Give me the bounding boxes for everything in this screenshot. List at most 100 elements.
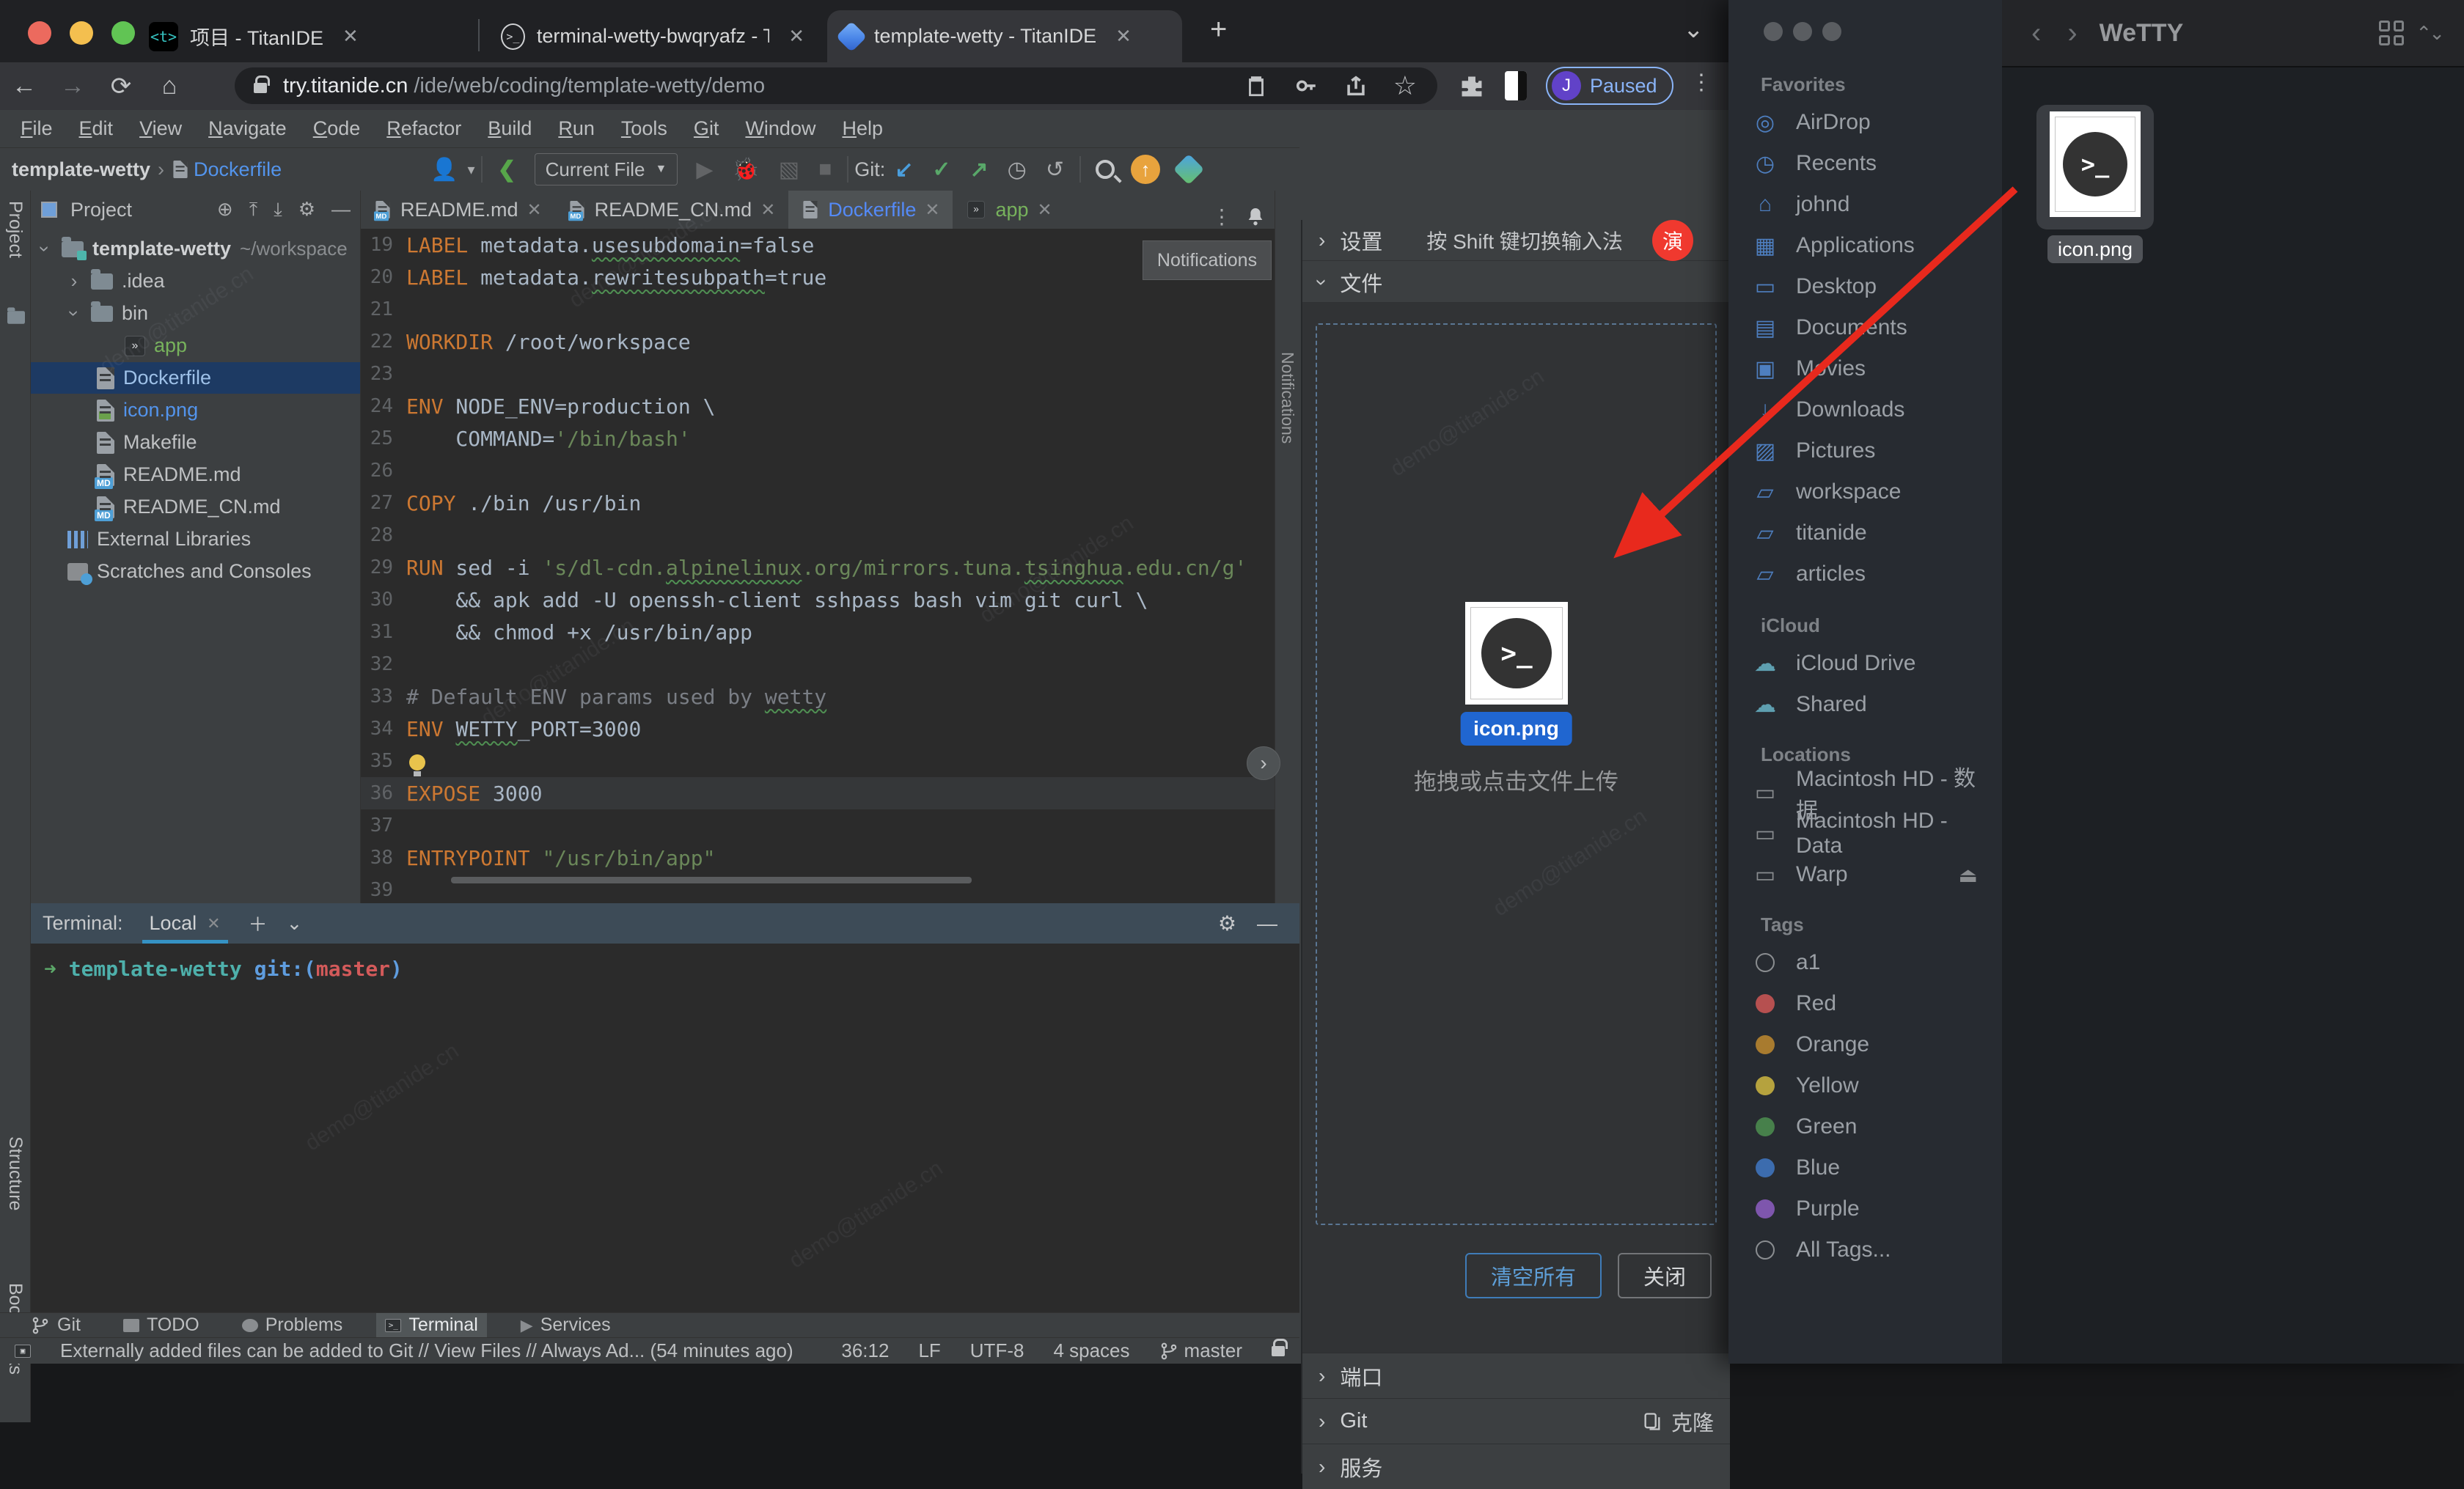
editor-horizontal-scrollbar[interactable]	[451, 877, 972, 883]
menu-tools[interactable]: Tools	[611, 114, 678, 143]
url-bar[interactable]: try.titanide.cn /ide/web/coding/template…	[235, 67, 1437, 104]
stop-button[interactable]: ■	[818, 157, 832, 182]
close-tab-icon[interactable]: ✕	[1115, 25, 1132, 48]
clear-all-button[interactable]: 清空所有	[1465, 1253, 1602, 1298]
locate-file-icon[interactable]: ⊕	[217, 198, 233, 221]
code-line[interactable]: 38ENTRYPOINT "/usr/bin/app"	[361, 842, 1275, 874]
sidebar-item-icloud-drive[interactable]: ☁iCloud Drive	[1750, 645, 1992, 682]
close-window-button[interactable]	[28, 21, 51, 45]
editor-options-kebab-icon[interactable]: ⋮	[1200, 205, 1244, 229]
zoom-window-button[interactable]	[1822, 22, 1841, 41]
sidebar-item-warp[interactable]: ▭Warp⏏	[1750, 856, 1992, 893]
clone-button[interactable]: 克隆	[1642, 1406, 1714, 1437]
sidebar-item-macintosh-hd-shuju[interactable]: ▭Macintosh HD - 数据	[1750, 774, 1992, 811]
git-update-icon[interactable]: ↙	[895, 157, 913, 183]
git-section-header[interactable]: › Git 克隆	[1302, 1398, 1730, 1444]
tree-row-icon-png[interactable]: icon.png	[31, 394, 361, 426]
sidebar-item-articles[interactable]: ▱articles	[1750, 556, 1992, 592]
minimize-terminal-icon[interactable]: —	[1257, 912, 1277, 935]
browser-menu-icon[interactable]: ⋮	[1690, 70, 1712, 95]
eject-icon[interactable]: ⏏	[1959, 863, 1978, 887]
tree-row-readme[interactable]: MD README.md	[31, 459, 361, 490]
code-line[interactable]: 31 && chmod +x /usr/bin/app	[361, 616, 1275, 648]
uploaded-file-thumbnail[interactable]: >_	[1465, 602, 1568, 705]
close-button[interactable]: 关闭	[1618, 1253, 1712, 1298]
menu-run[interactable]: Run	[548, 114, 605, 143]
code-line[interactable]: 28	[361, 519, 1275, 551]
menu-window[interactable]: Window	[735, 114, 826, 143]
tree-row-root[interactable]: › template-wetty ~/workspace	[31, 233, 361, 265]
tree-row-external-libraries[interactable]: External Libraries	[31, 523, 361, 555]
rail-project-tab[interactable]: Project	[4, 201, 26, 258]
menu-navigate[interactable]: Navigate	[198, 114, 297, 143]
search-everywhere-icon[interactable]	[1096, 160, 1115, 179]
code-line[interactable]: 19LABEL metadata.usesubdomain=false	[361, 229, 1275, 261]
back-navigation-icon[interactable]: ❮	[498, 157, 516, 183]
sidebar-item-shared[interactable]: ☁Shared	[1750, 686, 1992, 723]
new-tab-button[interactable]: +	[1210, 13, 1227, 46]
close-tab-icon[interactable]: ✕	[760, 199, 775, 221]
sidebar-tag-blue[interactable]: Blue	[1750, 1150, 1992, 1186]
editor-tab-readme-cn[interactable]: MD README_CN.md ✕	[555, 191, 789, 229]
code-line[interactable]: 21	[361, 293, 1275, 326]
code-line[interactable]: 20LABEL metadata.rewritesubpath=true	[361, 261, 1275, 293]
tree-row-app[interactable]: » app	[31, 330, 361, 361]
terminal-dropdown-chevron-icon[interactable]: ⌄	[287, 912, 303, 935]
tree-row-makefile[interactable]: Makefile	[31, 427, 361, 458]
sidebar-tag-yellow[interactable]: Yellow	[1750, 1067, 1992, 1104]
readonly-lock-icon[interactable]	[1272, 1346, 1285, 1356]
toolwindow-terminal[interactable]: >_ Terminal	[376, 1313, 486, 1337]
expand-panel-button[interactable]: ›	[1247, 746, 1280, 780]
code-line[interactable]: 35	[361, 745, 1275, 777]
toolwindow-git[interactable]: Git	[22, 1313, 89, 1337]
sort-chevrons-icon[interactable]: ⌃⌄	[2416, 22, 2442, 45]
tree-row-readme-cn[interactable]: MD README_CN.md	[31, 491, 361, 523]
sidebar-item-home[interactable]: ⌂johnd	[1750, 186, 1992, 223]
service-section-header[interactable]: › 服务	[1302, 1444, 1730, 1489]
minimize-window-button[interactable]	[1793, 22, 1812, 41]
menu-help[interactable]: Help	[832, 114, 893, 143]
code-line[interactable]: 34ENV WETTY_PORT=3000	[361, 713, 1275, 745]
terminal-settings-gear-icon[interactable]: ⚙	[1218, 911, 1236, 935]
sidebar-item-airdrop[interactable]: ◎AirDrop	[1750, 104, 1992, 141]
encoding[interactable]: UTF-8	[970, 1339, 1024, 1362]
sidebar-item-documents[interactable]: ▤Documents	[1750, 309, 1992, 346]
git-commit-icon[interactable]: ✓	[932, 157, 950, 183]
user-management-icon[interactable]: 👤	[430, 157, 458, 183]
close-tab-icon[interactable]: ✕	[788, 25, 804, 48]
code-line[interactable]: 27COPY ./bin /usr/bin	[361, 487, 1275, 519]
code-editor[interactable]: 19LABEL metadata.usesubdomain=false20LAB…	[361, 229, 1275, 1013]
sidebar-item-movies[interactable]: ▣Movies	[1750, 350, 1992, 387]
tree-row-idea[interactable]: › .idea	[31, 265, 361, 297]
menu-code[interactable]: Code	[303, 114, 371, 143]
uploaded-file-name[interactable]: icon.png	[1460, 712, 1572, 746]
code-line[interactable]: 23	[361, 358, 1275, 390]
home-icon[interactable]: ⌂	[145, 72, 194, 100]
browser-profile-button[interactable]: J Paused	[1546, 67, 1673, 105]
sidebar-item-workspace[interactable]: ▱workspace	[1750, 474, 1992, 510]
breadcrumb-project[interactable]: template-wetty	[12, 158, 150, 181]
coverage-button[interactable]: ▧	[779, 157, 799, 183]
password-key-icon[interactable]	[1294, 73, 1319, 98]
browser-tab-template-wetty[interactable]: template-wetty - TitanIDE ✕	[827, 10, 1182, 62]
sidebar-all-tags[interactable]: All Tags...	[1750, 1232, 1992, 1268]
rollback-icon[interactable]: ↺	[1046, 157, 1064, 183]
files-section-header[interactable]: › 文件	[1302, 262, 1730, 303]
menu-git[interactable]: Git	[683, 114, 730, 143]
editor-tab-readme[interactable]: MD README.md ✕	[361, 191, 555, 229]
new-terminal-icon[interactable]: ＋	[249, 910, 268, 937]
extensions-puzzle-icon[interactable]	[1459, 74, 1484, 99]
tree-row-dockerfile[interactable]: Dockerfile	[31, 362, 361, 394]
user-dropdown-arrow[interactable]: ▾	[467, 161, 474, 179]
sidebar-tag-a1[interactable]: a1	[1750, 944, 1992, 981]
close-window-button[interactable]	[1764, 22, 1783, 41]
code-line[interactable]: 29RUN sed -i 's/dl-cdn.alpinelinux.org/m…	[361, 551, 1275, 584]
intention-bulb-icon[interactable]	[409, 754, 425, 771]
indent-setting[interactable]: 4 spaces	[1053, 1339, 1129, 1362]
gear-icon[interactable]: ⚙	[298, 198, 315, 221]
icon-png-thumbnail[interactable]: >_	[2050, 111, 2141, 217]
toolwindow-todo[interactable]: TODO	[114, 1313, 208, 1337]
code-line[interactable]: 25 COMMAND='/bin/bash'	[361, 422, 1275, 455]
line-ending[interactable]: LF	[918, 1339, 940, 1362]
ide-services-icon[interactable]	[1173, 154, 1204, 185]
